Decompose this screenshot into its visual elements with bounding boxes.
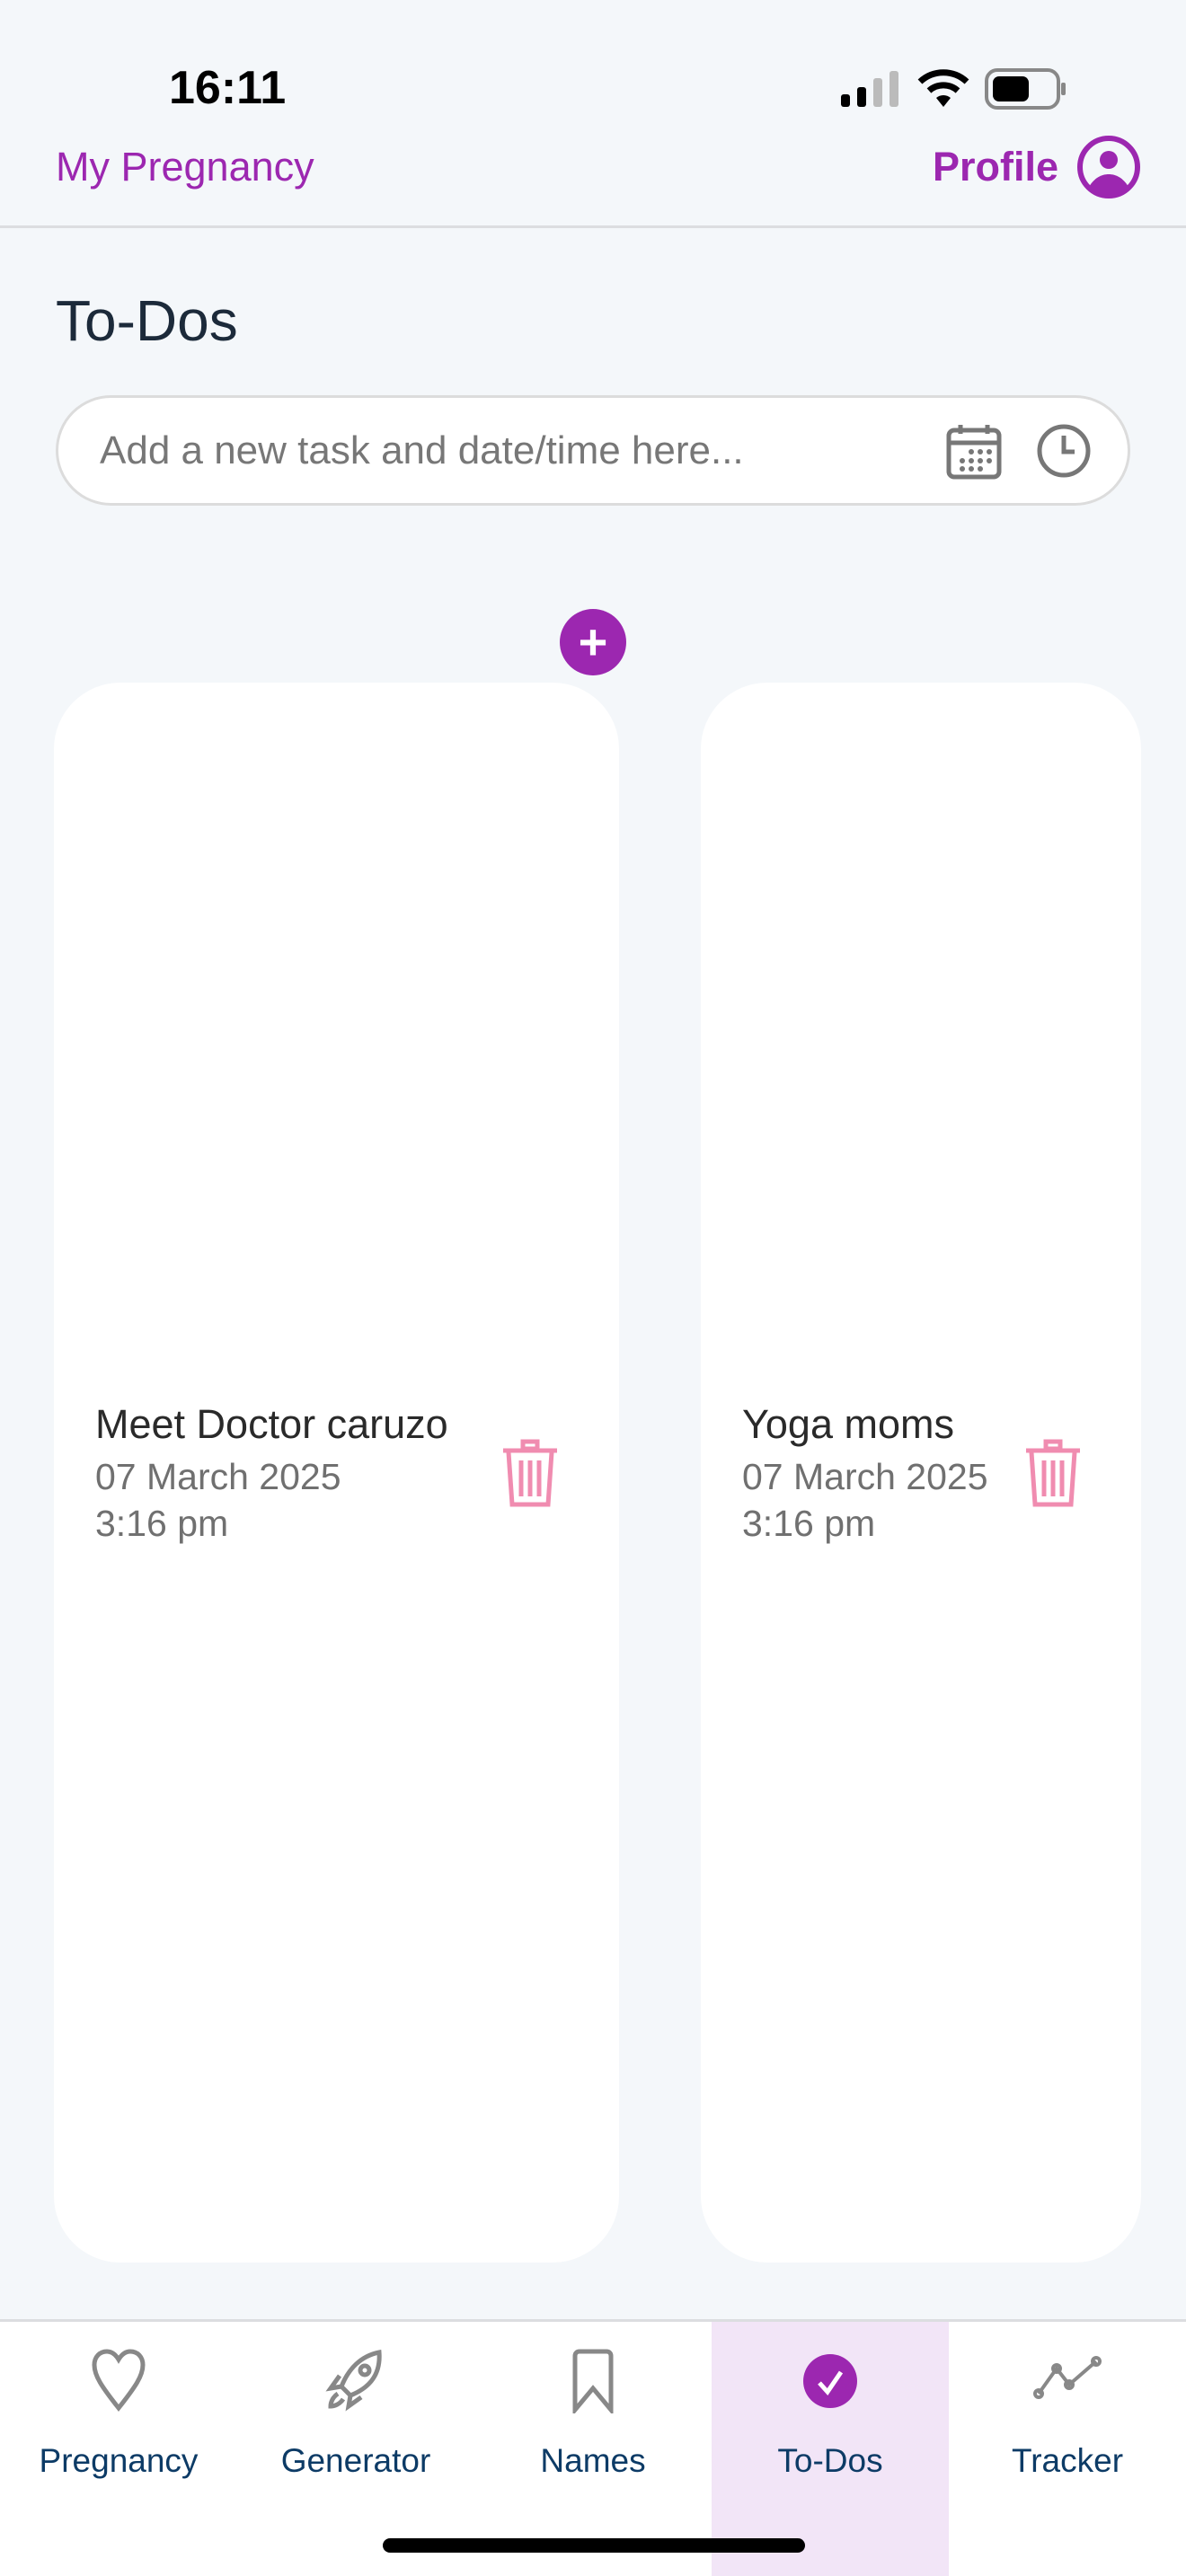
chart-line-icon bbox=[1033, 2356, 1102, 2399]
todo-date: 07 March 2025 bbox=[742, 1456, 988, 1497]
home-indicator bbox=[383, 2538, 805, 2553]
tab-label: Pregnancy bbox=[39, 2442, 199, 2479]
battery-icon bbox=[985, 68, 1066, 110]
wifi-icon bbox=[917, 69, 969, 107]
task-input-container bbox=[56, 395, 1130, 506]
tab-tracker[interactable]: Tracker bbox=[949, 2322, 1186, 2576]
profile-label: Profile bbox=[932, 144, 1058, 190]
signal-icon bbox=[841, 71, 898, 107]
task-input[interactable] bbox=[100, 428, 944, 473]
header-divider bbox=[0, 225, 1186, 228]
trash-icon[interactable] bbox=[501, 1439, 559, 1507]
rocket-icon bbox=[325, 2349, 382, 2412]
todo-date: 07 March 2025 bbox=[95, 1456, 341, 1497]
user-circle-icon bbox=[1077, 136, 1140, 198]
status-time: 16:11 bbox=[169, 62, 287, 114]
todo-item: Yoga moms 07 March 2025 3:16 pm bbox=[742, 1401, 988, 1547]
tab-pregnancy[interactable]: Pregnancy bbox=[0, 2322, 237, 2576]
tab-label: To-Dos bbox=[777, 2442, 883, 2479]
todo-time: 3:16 pm bbox=[742, 1503, 876, 1544]
todo-item: Meet Doctor caruzo 07 March 2025 3:16 pm bbox=[95, 1401, 448, 1547]
tab-label: Tracker bbox=[1011, 2442, 1124, 2479]
calendar-icon[interactable] bbox=[944, 421, 1004, 481]
tab-label: Names bbox=[540, 2442, 646, 2479]
todo-time: 3:16 pm bbox=[95, 1503, 229, 1544]
todo-title: Meet Doctor caruzo bbox=[95, 1401, 448, 1447]
profile-button[interactable]: Profile bbox=[933, 135, 1141, 199]
tab-label: Generator bbox=[280, 2442, 431, 2479]
trash-icon[interactable] bbox=[1024, 1439, 1082, 1507]
add-task-button[interactable]: + bbox=[560, 609, 626, 675]
app-title-link[interactable]: My Pregnancy bbox=[56, 144, 314, 190]
bookmark-icon bbox=[572, 2349, 614, 2413]
heart-icon bbox=[92, 2349, 146, 2413]
todo-title: Yoga moms bbox=[742, 1401, 954, 1447]
status-icons bbox=[839, 68, 1067, 110]
clock-icon[interactable] bbox=[1036, 423, 1092, 479]
page-title: To-Dos bbox=[56, 288, 238, 353]
check-circle-icon bbox=[803, 2354, 857, 2408]
